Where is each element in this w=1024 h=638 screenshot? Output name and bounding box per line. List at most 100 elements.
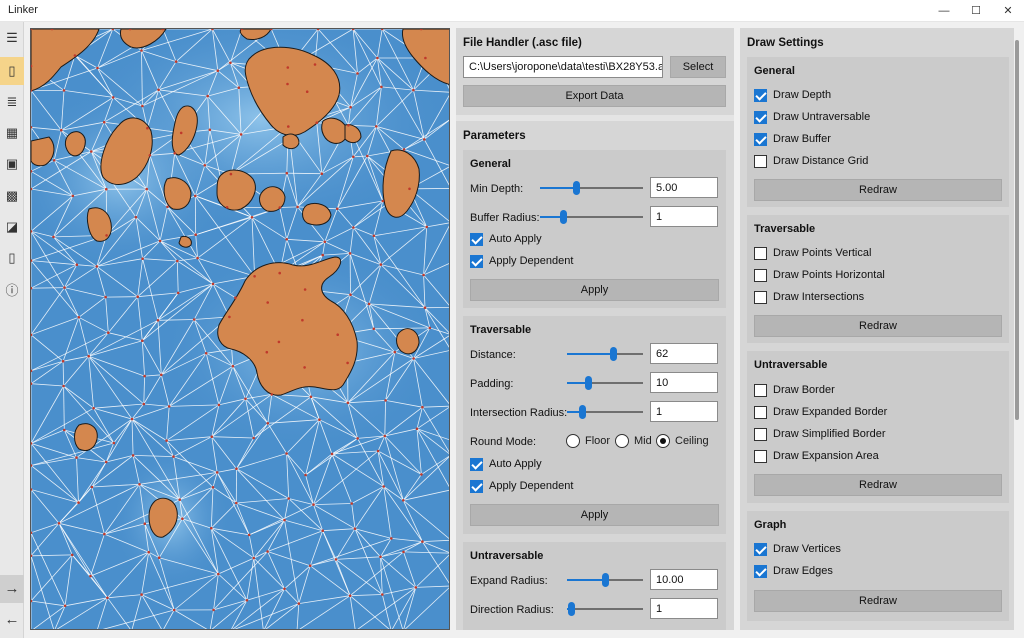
- slider-thumb[interactable]: [584, 376, 592, 390]
- direction-radius-slider[interactable]: [567, 601, 643, 617]
- export-data-button[interactable]: Export Data: [463, 85, 726, 107]
- graph-edge: [286, 172, 322, 175]
- slider-thumb[interactable]: [609, 347, 617, 361]
- draw-traversable-title: Traversable: [754, 223, 816, 235]
- grid-icon[interactable]: ▦: [0, 119, 24, 147]
- checkbox-box[interactable]: [754, 247, 767, 260]
- slider-thumb[interactable]: [602, 573, 609, 587]
- graph-vertex: [366, 154, 369, 158]
- island: [259, 186, 286, 212]
- traversable-apply-button[interactable]: Apply: [470, 504, 719, 526]
- graph-vertex: [107, 331, 110, 335]
- slider-thumb[interactable]: [567, 602, 575, 616]
- graph-vertex: [208, 128, 212, 132]
- file-path-input[interactable]: C:\Users\joropone\data\testi\BX28Y53.asc: [463, 56, 663, 78]
- checkbox-box[interactable]: [470, 480, 483, 493]
- select-file-button[interactable]: Select: [670, 56, 726, 78]
- checkbox-box[interactable]: [754, 133, 767, 146]
- graph-vertex: [352, 155, 355, 159]
- arrow-left-icon[interactable]: ←: [0, 606, 24, 634]
- intersection-radius-input[interactable]: 1: [650, 401, 718, 422]
- checkbox-label: Draw Simplified Border: [773, 428, 886, 440]
- graph-vertex: [61, 359, 65, 363]
- checkbox-box[interactable]: [754, 291, 767, 304]
- checkbox-box[interactable]: [754, 111, 767, 124]
- draw-untraversable-redraw-button[interactable]: Redraw: [754, 474, 1002, 496]
- padding-slider[interactable]: [567, 375, 643, 391]
- checkbox-box[interactable]: [470, 255, 483, 268]
- checkbox-box[interactable]: [754, 89, 767, 102]
- draw-general-redraw-button[interactable]: Redraw: [754, 179, 1002, 201]
- graph-vertex: [379, 263, 383, 266]
- padding-input[interactable]: 10: [650, 372, 718, 393]
- map-canvas[interactable]: [31, 29, 450, 630]
- graph-vertex: [63, 604, 67, 608]
- radio-circle[interactable]: [615, 434, 629, 448]
- graph-vertex: [210, 526, 213, 530]
- graph-vertex: [156, 319, 160, 322]
- checkbox-box[interactable]: [470, 233, 483, 246]
- checkbox-box[interactable]: [754, 384, 767, 397]
- parameters-traversable-group: Traversable Distance: 62 Padding: 10 Int…: [463, 316, 726, 534]
- maximize-button[interactable]: ☐: [960, 0, 992, 22]
- graph-edge: [62, 361, 64, 387]
- chip-icon[interactable]: ▣: [0, 150, 24, 178]
- draw-traversable-redraw-button[interactable]: Redraw: [754, 315, 1002, 337]
- graph-vertex: [90, 485, 94, 489]
- image-icon[interactable]: ▩: [0, 182, 24, 210]
- chart-icon[interactable]: ◪: [0, 213, 24, 241]
- graph-vertex: [211, 282, 215, 286]
- checkbox-box[interactable]: [754, 543, 767, 556]
- expand-radius-slider[interactable]: [567, 572, 643, 588]
- distance-label: Distance:: [470, 349, 516, 361]
- graph-vertex: [318, 418, 321, 422]
- close-button[interactable]: ✕: [992, 0, 1024, 22]
- draw-untraversable-title: Untraversable: [754, 359, 828, 371]
- checkbox-box[interactable]: [754, 428, 767, 441]
- radio-circle[interactable]: [656, 434, 670, 448]
- buffer-radius-slider[interactable]: [540, 209, 643, 225]
- distance-input[interactable]: 62: [650, 343, 718, 364]
- checkbox-box[interactable]: [470, 458, 483, 471]
- graph-vertex: [172, 455, 175, 458]
- slider-thumb[interactable]: [573, 181, 581, 195]
- checkbox-box[interactable]: [754, 565, 767, 578]
- map-view[interactable]: [30, 28, 450, 630]
- graph-vertex: [131, 454, 135, 457]
- arrow-right-icon[interactable]: →: [0, 575, 24, 603]
- general-apply-button[interactable]: Apply: [470, 279, 719, 301]
- draw-settings-column: Draw Settings General Draw Depth Draw Un…: [740, 28, 1014, 630]
- expand-radius-input[interactable]: 10.00: [650, 569, 718, 590]
- min-depth-input[interactable]: 5.00: [650, 177, 718, 198]
- min-depth-slider[interactable]: [540, 180, 643, 196]
- radio-circle[interactable]: [566, 434, 580, 448]
- draw-traversable-group: Traversable Draw Points Vertical Draw Po…: [747, 215, 1009, 343]
- slider-thumb[interactable]: [579, 405, 587, 419]
- graph-vertex: [408, 187, 411, 191]
- graph-vertex: [203, 164, 207, 167]
- checkbox-box[interactable]: [754, 406, 767, 419]
- buffer-radius-input[interactable]: 1: [650, 206, 718, 227]
- graph-vertex: [142, 402, 146, 406]
- draw-graph-title: Graph: [754, 519, 787, 531]
- intersection-radius-slider[interactable]: [567, 404, 643, 420]
- list-icon[interactable]: ≣: [0, 88, 24, 116]
- doc-icon[interactable]: ▯: [0, 244, 24, 272]
- draw-settings-scrollbar[interactable]: [1015, 40, 1019, 420]
- checkbox-box[interactable]: [754, 269, 767, 282]
- graph-vertex: [130, 417, 134, 421]
- menu-icon[interactable]: ☰: [0, 24, 24, 52]
- minimize-button[interactable]: —: [928, 0, 960, 22]
- traversable-group-title: Traversable: [470, 324, 532, 336]
- page-icon[interactable]: ▯: [0, 57, 24, 85]
- checkbox-box[interactable]: [754, 155, 767, 168]
- draw-graph-redraw-button[interactable]: Redraw: [754, 590, 1002, 612]
- slider-thumb[interactable]: [559, 210, 567, 224]
- checkbox-box[interactable]: [754, 450, 767, 463]
- checkbox-label: Draw Border: [773, 384, 835, 396]
- direction-radius-input[interactable]: 1: [650, 598, 718, 619]
- info-icon[interactable]: ⓘ: [0, 277, 24, 305]
- radio-label: Ceiling: [675, 435, 709, 447]
- graph-vertex: [421, 540, 424, 543]
- distance-slider[interactable]: [567, 346, 643, 362]
